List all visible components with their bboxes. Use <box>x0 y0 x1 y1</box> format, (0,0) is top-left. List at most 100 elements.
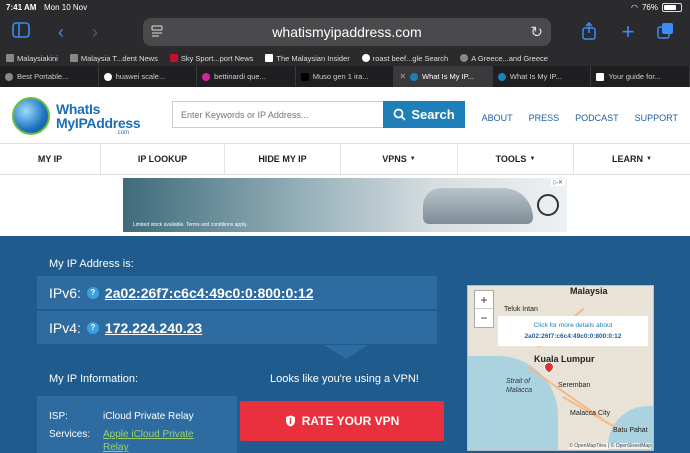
ipv4-row: IPv4: ? 172.224.240.23 <box>37 311 437 344</box>
bookmark-item[interactable]: Sky Sport...port News <box>164 50 260 66</box>
bookmark-item[interactable]: roast beef...gle Search <box>356 50 454 66</box>
battery-percent: 76% <box>641 3 658 12</box>
shield-icon <box>285 415 295 427</box>
ipv6-label: IPv6: <box>49 284 81 301</box>
bookmarks-bar: Malaysiakini Malaysia T...dent News Sky … <box>0 50 690 66</box>
google-icon <box>361 54 370 62</box>
battery-indicator: ◠ 76% <box>631 3 682 12</box>
rate-vpn-button[interactable]: RATE YOUR VPN <box>240 401 444 441</box>
ip-info-label: My IP Information: <box>49 373 139 385</box>
help-icon[interactable]: ? <box>86 286 99 299</box>
ad-fineprint: Limited stock available. Terms and condi… <box>133 222 248 228</box>
zoom-in-button[interactable]: + <box>475 291 493 309</box>
browser-tab[interactable]: Your guide for... <box>591 66 690 87</box>
nav-ip-lookup[interactable]: IP LOOKUP <box>101 144 225 174</box>
address-bar[interactable]: whatismyipaddress.com ↻ <box>143 18 551 46</box>
map-label-malaysia: Malaysia <box>570 286 608 296</box>
map-label-telok: Teluk Intan <box>504 306 538 313</box>
map-popup-text: Click for more details about <box>533 322 613 329</box>
close-tab-icon[interactable]: ✕ <box>399 72 406 81</box>
map-label-batu: Batu Pahat <box>613 427 648 434</box>
ipv6-value[interactable]: 2a02:26f7:c6c4:49c0:0:800:0:12 <box>105 285 314 301</box>
browser-tab[interactable]: What Is My IP... <box>492 66 592 87</box>
favicon-icon <box>69 54 78 62</box>
logo-line2: MyIPAddress <box>56 115 141 131</box>
favicon-icon <box>596 72 605 81</box>
bookmark-item[interactable]: The Malaysian Insider <box>259 50 355 66</box>
isp-label: ISP: <box>49 411 68 422</box>
help-icon[interactable]: ? <box>86 321 99 334</box>
favicon-icon <box>6 54 14 62</box>
rate-vpn-label: RATE YOUR VPN <box>301 414 400 428</box>
browser-tab[interactable]: huawei scale... <box>98 66 198 87</box>
map-popup-ip: 2a02:26f7:c6c4:49c0:0:800:0:12 <box>524 333 622 340</box>
nav-my-ip[interactable]: MY IP <box>0 144 101 174</box>
google-icon <box>103 72 112 81</box>
browser-toolbar: ‹ › whatismyipaddress.com ↻ + <box>0 14 690 50</box>
header-link-support[interactable]: SUPPORT <box>635 113 678 123</box>
ip-hero-section: My IP Address is: IPv6: ? 2a02:26f7:c6c4… <box>0 236 690 453</box>
header-link-press[interactable]: PRESS <box>529 113 560 123</box>
nav-tools[interactable]: TOOLS ▼ <box>458 144 574 174</box>
main-nav: MY IP IP LOOKUP HIDE MY IP VPNS ▼ TOOLS ▼ … <box>0 143 690 175</box>
vpn-message: Looks like you're using a VPN! <box>270 373 419 385</box>
tab-strip: Best Portable... huawei scale... bettina… <box>0 66 690 87</box>
map-label-malacca: Malacca City <box>570 410 611 417</box>
browser-tab[interactable]: Muso gen 1 ira... <box>295 66 395 87</box>
browser-tab-active[interactable]: ✕ What Is My IP... <box>394 66 493 87</box>
favicon-icon <box>5 72 13 81</box>
bookmark-item[interactable]: Malaysiakini <box>0 50 64 66</box>
globe-icon <box>410 72 419 81</box>
nav-hide-my-ip[interactable]: HIDE MY IP <box>225 144 341 174</box>
caret-down-icon: ▼ <box>646 156 652 162</box>
map-label-kl: Kuala Lumpur <box>534 354 595 364</box>
search-icon <box>393 108 406 121</box>
header-link-about[interactable]: ABOUT <box>482 113 513 123</box>
status-time: 7:41 AM <box>6 3 37 12</box>
instagram-icon <box>202 72 211 81</box>
browser-chrome: 7:41 AM Mon 10 Nov ◠ 76% ‹ › whatismyipa… <box>0 0 690 87</box>
bookmark-item[interactable]: Malaysia T...dent News <box>64 50 164 66</box>
globe-icon <box>460 54 469 62</box>
ipv4-label: IPv4: <box>49 319 81 336</box>
ip-info-box: ISP: iCloud Private Relay Services: Appl… <box>37 396 237 453</box>
nav-learn[interactable]: LEARN ▼ <box>574 144 690 174</box>
url-text: whatismyipaddress.com <box>272 24 422 40</box>
zoom-out-button[interactable]: − <box>475 309 493 327</box>
browser-tab[interactable]: Best Portable... <box>0 66 99 87</box>
site-header: WhatIs MyIPAddress .com Search ABOUT PRE… <box>0 87 690 143</box>
bookmark-item[interactable]: A Greece...and Greece <box>454 50 554 66</box>
share-icon[interactable] <box>578 21 600 42</box>
battery-icon <box>662 3 682 12</box>
map-attribution[interactable]: © OpenMapTiles | © OpenStreetMap <box>569 443 651 449</box>
tabs-overview-icon[interactable] <box>655 22 677 42</box>
nav-vpns[interactable]: VPNS ▼ <box>341 144 458 174</box>
services-link-cont[interactable]: Relay <box>103 442 129 453</box>
browser-tab[interactable]: bettinardi que... <box>197 66 296 87</box>
favicon-icon <box>265 54 274 62</box>
map-label-strait: Strait of Malacca <box>506 378 533 394</box>
brand-logo-icon <box>537 194 559 216</box>
globe-logo-icon <box>12 97 50 135</box>
wifi-icon: ◠ <box>631 3 638 12</box>
reload-icon[interactable]: ↻ <box>530 23 543 41</box>
site-logo[interactable]: WhatIs MyIPAddress .com <box>12 97 142 137</box>
back-icon[interactable]: ‹ <box>50 22 72 42</box>
ad-choices-icon[interactable]: ▷✕ <box>551 179 565 186</box>
ipv4-value[interactable]: 172.224.240.23 <box>105 320 202 336</box>
search-input[interactable] <box>172 101 384 128</box>
isp-value: iCloud Private Relay <box>103 411 194 422</box>
new-tab-icon[interactable]: + <box>617 21 639 43</box>
services-link[interactable]: Apple iCloud Private <box>103 429 194 440</box>
sidebar-icon[interactable] <box>10 22 32 42</box>
logo-line3: .com <box>116 130 130 136</box>
caret-down-icon: ▼ <box>409 156 416 162</box>
header-link-podcast[interactable]: PODCAST <box>575 113 619 123</box>
map-popup[interactable]: Click for more details about 2a02:26f7:c… <box>498 316 648 346</box>
search-button[interactable]: Search <box>383 101 465 128</box>
forward-icon[interactable]: › <box>84 22 106 42</box>
location-map[interactable]: Malaysia Teluk Intan Kuala Lumpur Seremb… <box>467 285 654 451</box>
callout-pointer <box>324 345 368 359</box>
advertisement-banner[interactable]: Limited stock available. Terms and condi… <box>123 178 567 232</box>
map-zoom-control: + − <box>474 290 494 328</box>
